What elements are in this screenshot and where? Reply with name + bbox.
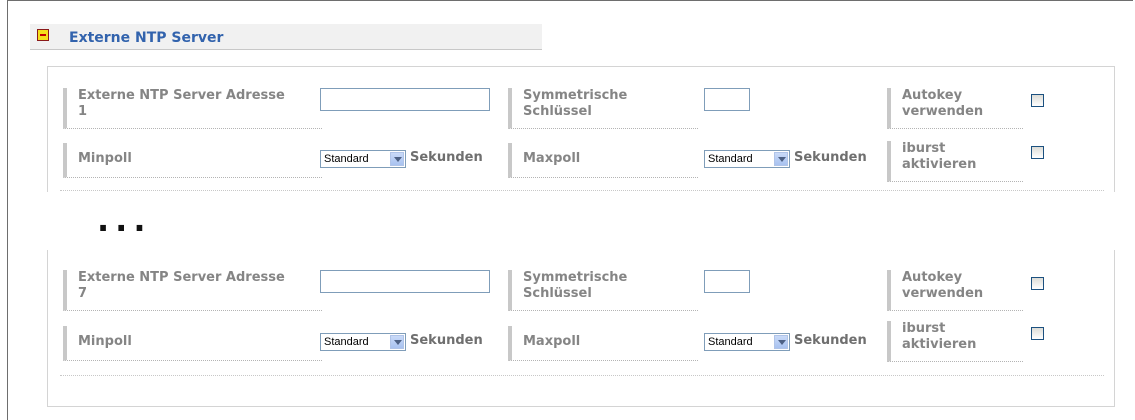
minpoll-label-7: Minpoll bbox=[63, 326, 322, 361]
collapse-icon[interactable] bbox=[37, 29, 49, 41]
address-input-1[interactable] bbox=[320, 88, 490, 111]
iburst-checkbox-7[interactable] bbox=[1031, 327, 1044, 340]
maxpoll-label-1: Maxpoll bbox=[508, 143, 698, 178]
maxpoll-select-7[interactable]: Standard bbox=[704, 333, 790, 351]
iburst-checkbox-1[interactable] bbox=[1031, 146, 1044, 159]
gap-ellipsis: ... bbox=[97, 201, 152, 239]
minpoll-unit-1: Sekunden bbox=[410, 150, 483, 165]
autokey-label-7-line2: verwenden bbox=[902, 286, 984, 301]
maxpoll-select-1[interactable]: Standard bbox=[704, 150, 790, 168]
autokey-label-1: Autokey verwenden bbox=[887, 88, 1023, 129]
autokey-label-7-line1: Autokey bbox=[902, 270, 963, 285]
address-input-7[interactable] bbox=[320, 270, 490, 293]
chevron-down-icon bbox=[390, 152, 404, 166]
autokey-label-7: Autokey verwenden bbox=[887, 270, 1023, 311]
maxpoll-unit-1: Sekunden bbox=[794, 150, 867, 165]
symkey-input-7[interactable] bbox=[704, 270, 750, 293]
chevron-down-icon bbox=[774, 152, 788, 166]
iburst-label-1-line2: aktivieren bbox=[902, 157, 977, 172]
chevron-down-icon bbox=[390, 335, 404, 349]
minpoll-select-1-value: Standard bbox=[324, 153, 369, 165]
minpoll-unit-7: Sekunden bbox=[410, 333, 483, 348]
section-title: Externe NTP Server bbox=[69, 30, 224, 46]
iburst-label-1-line1: iburst bbox=[902, 141, 946, 156]
autokey-checkbox-7[interactable] bbox=[1031, 277, 1044, 290]
symkey-label-7-line2: Schlüssel bbox=[523, 286, 592, 301]
address-label-1: Externe NTP Server Adresse 1 bbox=[63, 88, 322, 129]
minpoll-label-1: Minpoll bbox=[63, 143, 322, 178]
address-label-7: Externe NTP Server Adresse 7 bbox=[63, 270, 322, 311]
minpoll-select-7[interactable]: Standard bbox=[320, 333, 406, 351]
divider bbox=[60, 190, 1104, 191]
maxpoll-label-7: Maxpoll bbox=[508, 326, 698, 361]
address-label-7-line1: Externe NTP Server Adresse bbox=[78, 270, 285, 285]
maxpoll-select-1-value: Standard bbox=[708, 153, 753, 165]
minpoll-select-1[interactable]: Standard bbox=[320, 150, 406, 168]
address-label-1-line1: Externe NTP Server Adresse bbox=[78, 88, 285, 103]
address-label-1-line2: 1 bbox=[78, 104, 88, 119]
divider bbox=[60, 375, 1104, 376]
symkey-label-7-line1: Symmetrische bbox=[523, 270, 628, 285]
symkey-label-7: Symmetrische Schlüssel bbox=[508, 270, 698, 311]
symkey-label-1-line1: Symmetrische bbox=[523, 88, 628, 103]
iburst-label-7-line1: iburst bbox=[902, 321, 946, 336]
iburst-label-7-line2: aktivieren bbox=[902, 337, 977, 352]
iburst-label-1: iburst aktivieren bbox=[887, 141, 1023, 182]
autokey-label-1-line2: verwenden bbox=[902, 104, 984, 119]
autokey-checkbox-1[interactable] bbox=[1031, 94, 1044, 107]
symkey-label-1: Symmetrische Schlüssel bbox=[508, 88, 698, 129]
symkey-input-1[interactable] bbox=[704, 88, 750, 111]
minpoll-select-7-value: Standard bbox=[324, 336, 369, 348]
address-label-7-line2: 7 bbox=[78, 286, 88, 301]
symkey-label-1-line2: Schlüssel bbox=[523, 104, 592, 119]
chevron-down-icon bbox=[774, 335, 788, 349]
autokey-label-1-line1: Autokey bbox=[902, 88, 963, 103]
maxpoll-unit-7: Sekunden bbox=[794, 333, 867, 348]
maxpoll-select-7-value: Standard bbox=[708, 336, 753, 348]
iburst-label-7: iburst aktivieren bbox=[887, 321, 1023, 362]
